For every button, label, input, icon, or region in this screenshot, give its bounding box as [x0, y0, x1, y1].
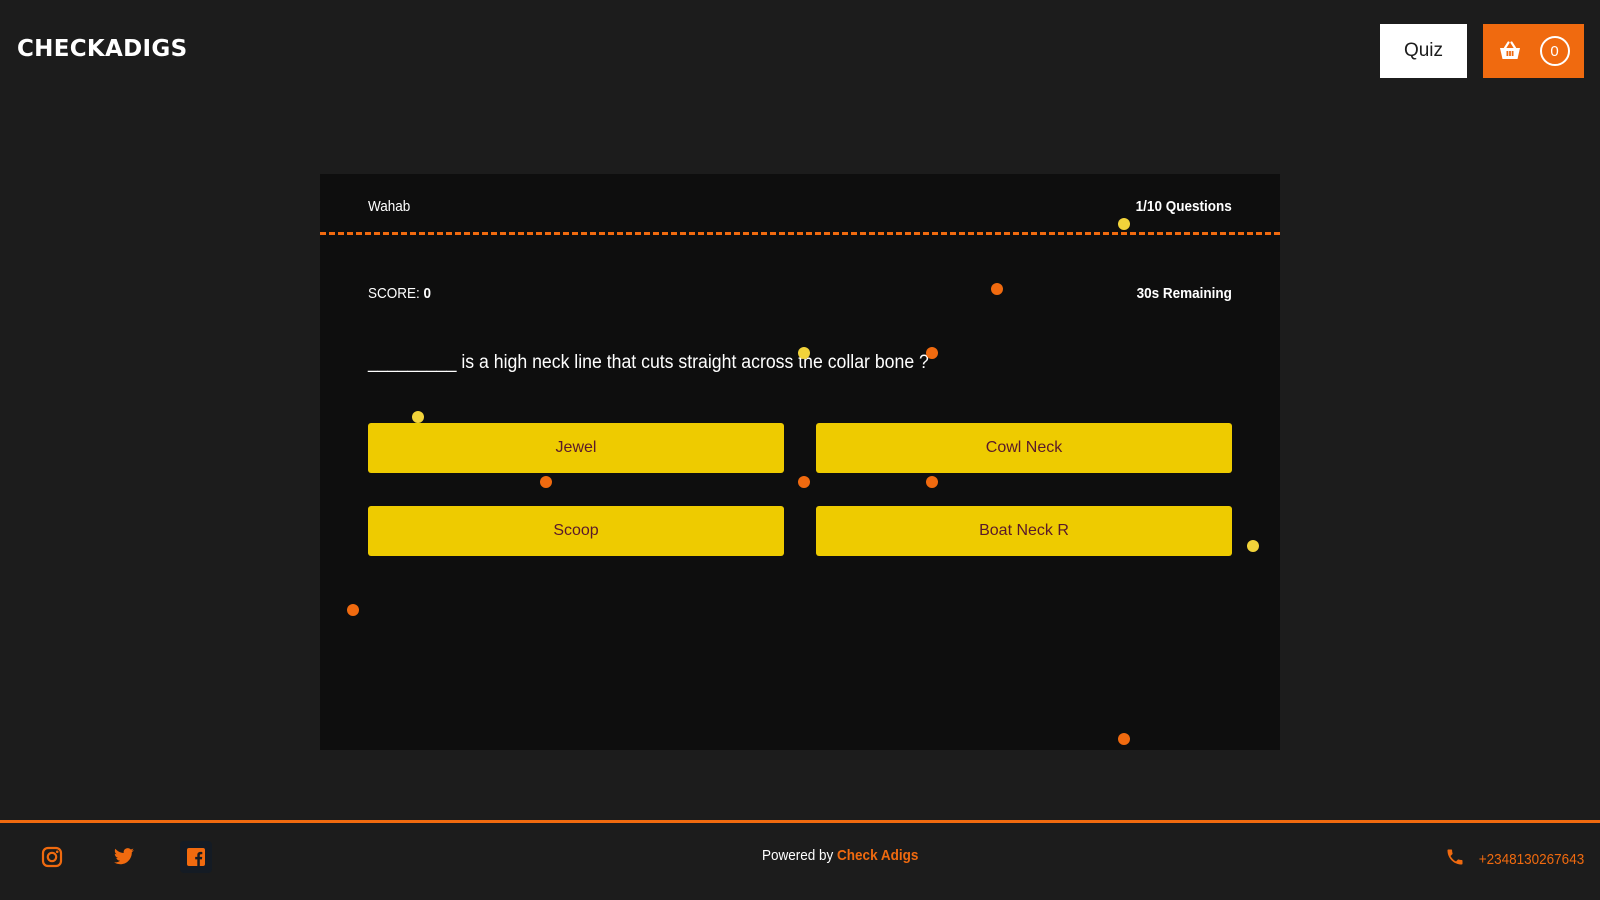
- confetti-dot: [798, 476, 810, 488]
- confetti-dot: [1247, 540, 1259, 552]
- answer-option-cowl-neck[interactable]: Cowl Neck: [816, 423, 1232, 473]
- confetti-dot: [926, 347, 938, 359]
- confetti-dot: [1118, 733, 1130, 745]
- answer-option-boat-neck[interactable]: Boat Neck R: [816, 506, 1232, 556]
- player-name: Wahab: [368, 198, 411, 215]
- cart-count-badge: 0: [1539, 36, 1570, 66]
- answer-option-jewel[interactable]: Jewel: [368, 423, 784, 473]
- score-value: 0: [423, 285, 432, 302]
- answer-option-scoop[interactable]: Scoop: [368, 506, 784, 556]
- powered-by-brand-link[interactable]: Check Adigs: [837, 847, 918, 864]
- instagram-icon[interactable]: [36, 841, 68, 873]
- confetti-dot: [540, 476, 552, 488]
- question-progress: 1/10 Questions: [1135, 198, 1232, 215]
- answer-options: Jewel Cowl Neck Scoop Boat Neck R: [368, 423, 1232, 556]
- phone-number: +2348130267643: [1478, 850, 1584, 868]
- brand-logo-text[interactable]: CHECKADIGS: [17, 36, 187, 62]
- quiz-button[interactable]: Quiz: [1380, 24, 1467, 78]
- question-text: _________ is a high neck line that cuts …: [368, 352, 929, 373]
- phone-contact[interactable]: +2348130267643: [1445, 847, 1584, 871]
- page-footer: Powered by Check Adigs +2348130267643: [0, 820, 1600, 900]
- confetti-dot: [991, 283, 1003, 295]
- basket-icon: [1498, 41, 1522, 61]
- confetti-dot: [798, 347, 810, 359]
- confetti-dot: [926, 476, 938, 488]
- top-header: CHECKADIGS Quiz 0: [0, 0, 1600, 105]
- score-label: SCORE:: [368, 285, 420, 302]
- powered-by-prefix: Powered by: [762, 847, 838, 864]
- twitter-icon[interactable]: [108, 841, 140, 873]
- phone-icon: [1445, 847, 1465, 871]
- cart-button[interactable]: 0: [1483, 24, 1584, 78]
- confetti-dot: [347, 604, 359, 616]
- score-display: SCORE: 0: [368, 285, 431, 302]
- time-remaining: 30s Remaining: [1136, 285, 1232, 302]
- confetti-dot: [1118, 218, 1130, 230]
- quiz-card: Wahab 1/10 Questions SCORE: 0 30s Remain…: [320, 174, 1280, 750]
- facebook-icon[interactable]: [180, 841, 212, 873]
- quiz-card-header: Wahab 1/10 Questions: [320, 174, 1280, 235]
- confetti-dot: [412, 411, 424, 423]
- powered-by-text: Powered by Check Adigs: [762, 847, 918, 864]
